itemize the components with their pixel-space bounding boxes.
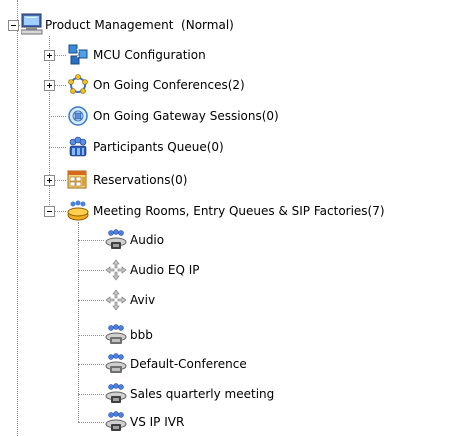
connector-line: [78, 422, 104, 423]
mcu-configuration-expand-toggle[interactable]: [44, 50, 55, 61]
meeting-room-audio-eq-ip[interactable]: Audio EQ IP: [130, 262, 200, 278]
meeting-rooms-collapse-toggle[interactable]: [44, 206, 55, 217]
meeting-room-phone-icon: [105, 229, 127, 251]
tree-item-ongoing-gateway-sessions[interactable]: On Going Gateway Sessions(0): [93, 108, 279, 124]
meeting-room-aviv[interactable]: Aviv: [130, 292, 155, 308]
tree-item-mcu-configuration[interactable]: MCU Configuration: [93, 47, 206, 63]
tree-item-meeting-rooms[interactable]: Meeting Rooms, Entry Queues & SIP Factor…: [93, 203, 385, 219]
meeting-room-people-icon: [105, 324, 127, 346]
tree-item-participants-queue[interactable]: Participants Queue(0): [93, 139, 224, 155]
meeting-room-bbb[interactable]: bbb: [130, 327, 153, 343]
meeting-room-vs-ip-ivr[interactable]: VS IP IVR: [130, 414, 184, 430]
connector-line: [78, 364, 104, 365]
connector-line: [78, 394, 104, 395]
meeting-room-people-icon: [105, 353, 127, 375]
reservations-expand-toggle[interactable]: [44, 175, 55, 186]
connector-line: [78, 300, 104, 301]
meeting-rooms-branch-line: [78, 222, 79, 422]
meeting-room-default-conference[interactable]: Default-Conference: [130, 356, 247, 372]
root-collapse-toggle[interactable]: [8, 20, 19, 31]
meeting-room-audio[interactable]: Audio: [130, 232, 164, 248]
tree-item-reservations[interactable]: Reservations(0): [93, 172, 187, 188]
participants-queue-icon: [67, 136, 89, 158]
product-management-tree: Product Management (Normal) MCU Configur…: [0, 0, 470, 436]
server-monitor-icon: [20, 13, 43, 35]
meeting-room-phone-icon: [105, 383, 127, 405]
conferences-ring-icon: [67, 74, 89, 96]
root-node-label[interactable]: Product Management (Normal): [45, 17, 234, 33]
connector-line: [78, 270, 104, 271]
gateway-globe-icon: [67, 105, 89, 127]
mcu-configuration-icon: [67, 44, 89, 66]
conferences-expand-toggle[interactable]: [44, 80, 55, 91]
tree-item-ongoing-conferences[interactable]: On Going Conferences(2): [93, 77, 245, 93]
connector-line: [78, 240, 104, 241]
meeting-room-sales-quarterly-meeting[interactable]: Sales quarterly meeting: [130, 386, 274, 402]
left-tree-trunk-line: [17, 0, 18, 436]
connector-line: [49, 116, 66, 117]
connector-line: [78, 335, 104, 336]
meeting-rooms-icon: [67, 200, 89, 222]
meeting-room-phone-icon: [105, 411, 127, 433]
entry-queue-arrows-icon: [105, 259, 127, 281]
entry-queue-arrows-icon: [105, 289, 127, 311]
connector-line: [49, 147, 66, 148]
reservations-calendar-icon: [67, 169, 89, 191]
